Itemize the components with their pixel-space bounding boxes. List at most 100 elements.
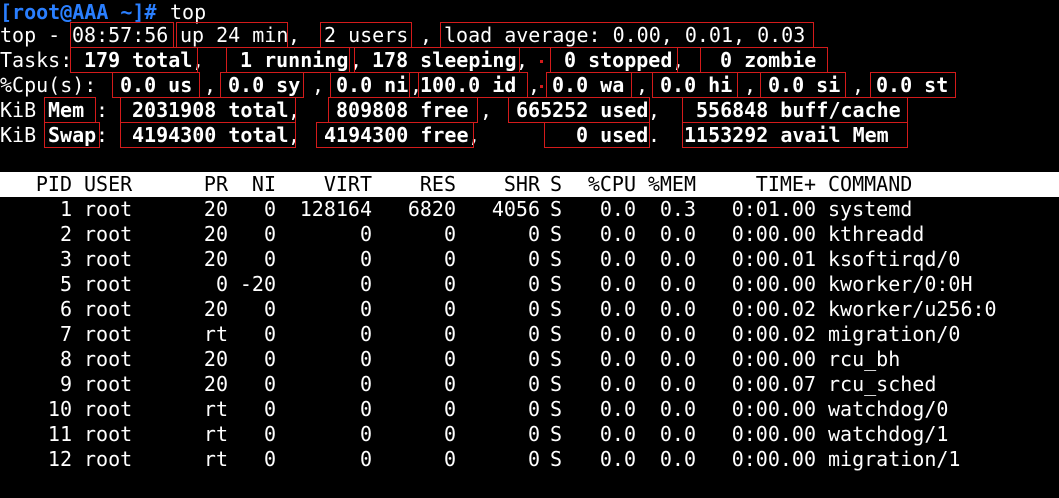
cell-res: 0 bbox=[443, 247, 456, 271]
cell-pr: rt bbox=[203, 322, 228, 346]
cell-time: 0:00.00 bbox=[731, 347, 816, 371]
cell-mem: 0.0 bbox=[659, 447, 696, 471]
cell-state: S bbox=[550, 222, 563, 246]
cell-pr: rt bbox=[203, 447, 228, 471]
cell-virt: 0 bbox=[359, 347, 372, 371]
cell-pr: 20 bbox=[203, 247, 228, 271]
cell-shr: 0 bbox=[527, 272, 540, 296]
mem-buff-cache: 556848 buff/cache bbox=[696, 98, 901, 122]
cell-res: 0 bbox=[443, 422, 456, 446]
tasks-stopped: 0 stopped bbox=[564, 48, 673, 72]
mem-used: 665252 used bbox=[516, 98, 649, 122]
cell-pr: 20 bbox=[203, 372, 228, 396]
cell-virt: 0 bbox=[359, 422, 372, 446]
cell-user: root bbox=[84, 247, 133, 271]
cell-shr: 0 bbox=[527, 322, 540, 346]
table-row: 3 root 20 0 0 0 0 S 0.0 0.0 0:00.01 ksoftirqd/0 bbox=[0, 247, 1059, 272]
cell-mem: 0.0 bbox=[659, 397, 696, 421]
annotation-dot bbox=[540, 60, 543, 63]
cell-virt: 0 bbox=[359, 272, 372, 296]
swap-total: 4194300 total bbox=[132, 123, 289, 147]
cell-time: 0:00.01 bbox=[731, 247, 816, 271]
cell-command: rcu_sched bbox=[828, 372, 937, 396]
col-pr: PR bbox=[203, 172, 228, 196]
cell-virt: 0 bbox=[359, 222, 372, 246]
cell-ni: 0 bbox=[263, 447, 276, 471]
cell-shr: 0 bbox=[527, 247, 540, 271]
cell-ni: 0 bbox=[263, 222, 276, 246]
cell-ni: 0 bbox=[263, 422, 276, 446]
cell-cpu: 0.0 bbox=[599, 297, 636, 321]
cell-time: 0:00.02 bbox=[731, 297, 816, 321]
col-mem: %MEM bbox=[647, 172, 696, 196]
kib-label: KiB bbox=[0, 98, 37, 122]
cell-shr: 0 bbox=[527, 372, 540, 396]
cpu-st: 0.0 st bbox=[876, 73, 949, 97]
cell-state: S bbox=[550, 372, 563, 396]
col-command: COMMAND bbox=[828, 172, 913, 196]
cell-time: 0:00.00 bbox=[731, 222, 816, 246]
cpu-sy: 0.0 sy bbox=[228, 73, 301, 97]
cell-state: S bbox=[550, 347, 563, 371]
cell-user: root bbox=[84, 197, 133, 221]
table-row: 11 root rt 0 0 0 0 S 0.0 0.0 0:00.00 watchdog/1 bbox=[0, 422, 1059, 447]
cell-state: S bbox=[550, 422, 563, 446]
table-row: 10 root rt 0 0 0 0 S 0.0 0.0 0:00.00 watchdog/0 bbox=[0, 397, 1059, 422]
table-row: 6 root 20 0 0 0 0 S 0.0 0.0 0:00.02 kworker/u256:0 bbox=[0, 297, 1059, 322]
cell-pid: 2 bbox=[59, 222, 72, 246]
cell-cpu: 0.0 bbox=[599, 422, 636, 446]
tasks-running: 1 running bbox=[240, 48, 349, 72]
top-summary-line: top - 08:57:56 up 24 min , 2 users , loa… bbox=[0, 23, 806, 47]
current-time: 08:57:56 bbox=[72, 23, 169, 47]
cell-pid: 6 bbox=[59, 297, 72, 321]
col-pid: PID bbox=[35, 172, 72, 196]
cell-shr: 0 bbox=[527, 422, 540, 446]
table-row: 12 root rt 0 0 0 0 S 0.0 0.0 0:00.00 migration/1 bbox=[0, 447, 1059, 472]
col-shr: SHR bbox=[503, 172, 540, 196]
cell-time: 0:01.00 bbox=[731, 197, 816, 221]
col-time: TIME+ bbox=[755, 172, 816, 196]
cell-virt: 0 bbox=[359, 322, 372, 346]
cell-time: 0:00.00 bbox=[731, 447, 816, 471]
cell-cpu: 0.0 bbox=[599, 272, 636, 296]
cell-user: root bbox=[84, 372, 133, 396]
cell-pid: 5 bbox=[59, 272, 72, 296]
load-average: load average: 0.00, 0.01, 0.03 bbox=[444, 23, 806, 47]
cell-pid: 7 bbox=[59, 322, 72, 346]
cell-res: 0 bbox=[443, 322, 456, 346]
cell-command: rcu_bh bbox=[828, 347, 901, 371]
cell-user: root bbox=[84, 422, 133, 446]
col-res: RES bbox=[419, 172, 456, 196]
cell-mem: 0.0 bbox=[659, 372, 696, 396]
swap-label: Swap bbox=[48, 123, 97, 147]
cell-pid: 1 bbox=[59, 197, 72, 221]
cell-shr: 4056 bbox=[491, 197, 540, 221]
cell-command: migration/1 bbox=[828, 447, 961, 471]
cell-user: root bbox=[84, 297, 133, 321]
cell-ni: 0 bbox=[263, 322, 276, 346]
cpu-hi: 0.0 hi bbox=[660, 73, 733, 97]
cell-ni: 0 bbox=[263, 247, 276, 271]
cell-mem: 0.0 bbox=[659, 322, 696, 346]
table-row: 2 root 20 0 0 0 0 S 0.0 0.0 0:00.00 kthreadd bbox=[0, 222, 1059, 247]
cell-virt: 128164 bbox=[299, 197, 372, 221]
cell-mem: 0.0 bbox=[659, 297, 696, 321]
cell-pid: 8 bbox=[59, 347, 72, 371]
cell-pr: rt bbox=[203, 422, 228, 446]
top-prefix: top - bbox=[0, 23, 61, 47]
cell-pid: 12 bbox=[47, 447, 72, 471]
cell-pid: 9 bbox=[59, 372, 72, 396]
cell-state: S bbox=[550, 197, 563, 221]
cell-ni: 0 bbox=[263, 347, 276, 371]
cell-res: 0 bbox=[443, 272, 456, 296]
uptime: up 24 min bbox=[180, 23, 289, 47]
col-virt: VIRT bbox=[323, 172, 372, 196]
cpu-line: %Cpu(s): 0.0 us , 0.0 sy , 0.0 ni , 100.… bbox=[0, 73, 949, 97]
cell-user: root bbox=[84, 322, 133, 346]
cell-ni: 0 bbox=[263, 297, 276, 321]
cell-cpu: 0.0 bbox=[599, 197, 636, 221]
cell-command: migration/0 bbox=[828, 322, 961, 346]
cell-virt: 0 bbox=[359, 297, 372, 321]
cell-res: 0 bbox=[443, 447, 456, 471]
swap-free: 4194300 free bbox=[324, 123, 469, 147]
